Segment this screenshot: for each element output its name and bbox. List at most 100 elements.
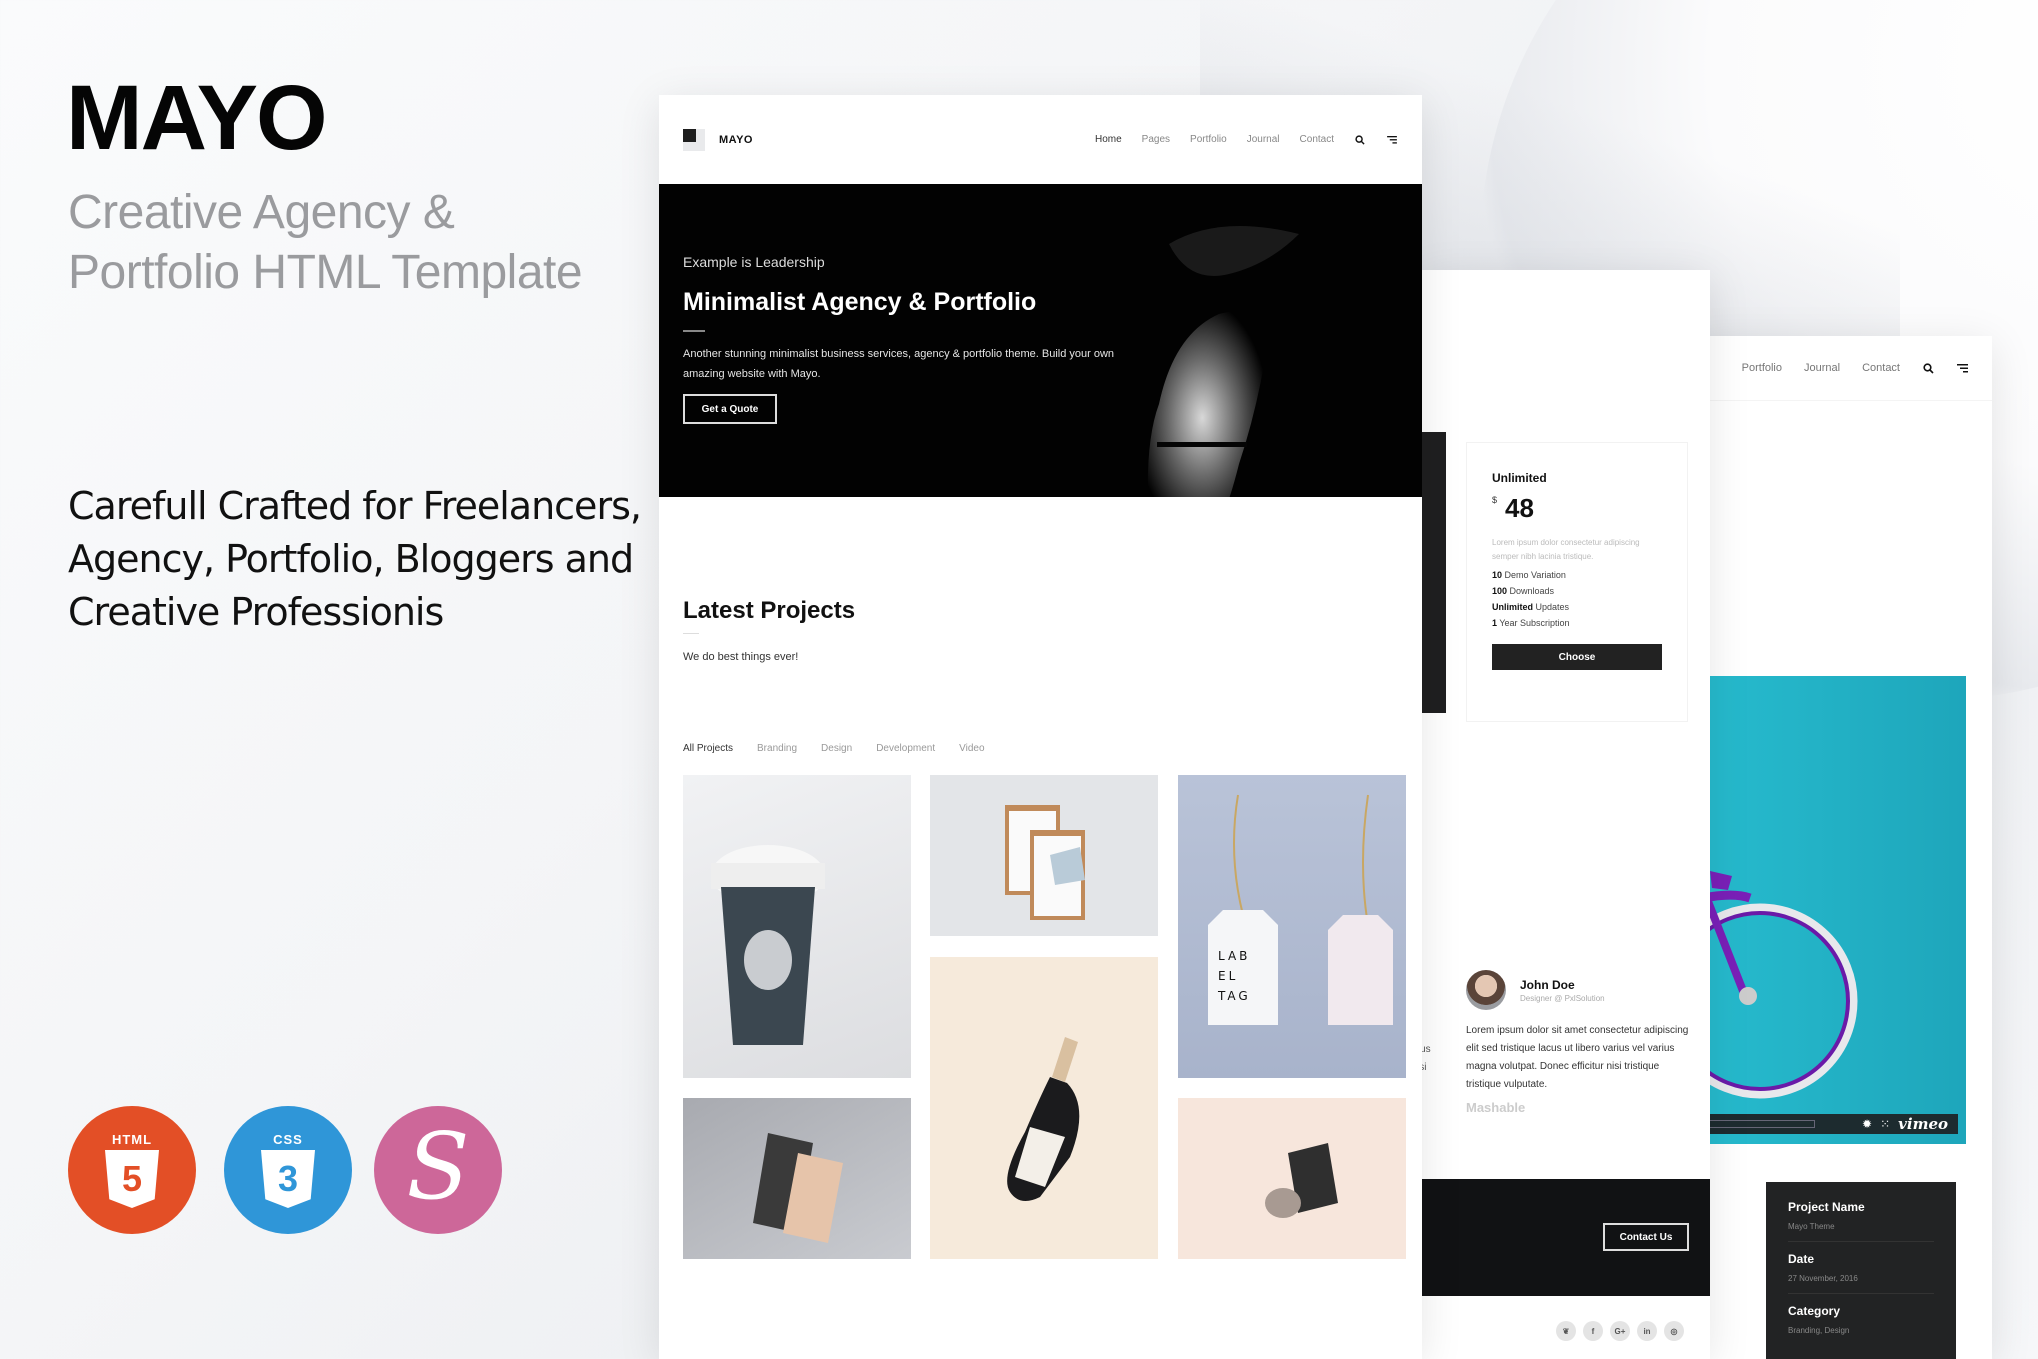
detail-label-date: Date xyxy=(1788,1252,1815,1266)
contact-cta-band: Contact Us xyxy=(1421,1179,1710,1296)
css3-icon: CSS 3 xyxy=(224,1106,352,1234)
twitter-icon[interactable]: ❦ xyxy=(1556,1321,1576,1341)
avatar xyxy=(1466,970,1506,1010)
pricing-plan: Unlimited $ 48 Lorem ipsum dolor consect… xyxy=(1466,442,1688,722)
hero-title: Minimalist Agency & Portfolio xyxy=(683,288,1037,316)
detail-value-date: 27 November, 2016 xyxy=(1788,1274,1934,1294)
css3-shield: 3 xyxy=(261,1150,315,1208)
html5-shield: 5 xyxy=(105,1150,159,1208)
project-tile-clipboard[interactable] xyxy=(930,775,1158,936)
nav-home[interactable]: Home xyxy=(1095,134,1122,145)
nav-portfolio[interactable]: Portfolio xyxy=(1190,134,1227,145)
brand-title: MAYO xyxy=(66,67,328,169)
settings-gear-icon[interactable]: ✹ xyxy=(1862,1117,1872,1131)
tagline-line-3: Creative Professionis xyxy=(68,590,444,634)
project-tile-label-tag[interactable]: LAB EL TAG xyxy=(1178,775,1406,1078)
tagline: Carefull Crafted for Freelancers, Agency… xyxy=(68,480,642,639)
search-icon[interactable] xyxy=(1922,362,1934,374)
portfolio-nav: Portfolio Journal Contact xyxy=(1690,336,1992,401)
html5-icon: HTML 5 xyxy=(68,1106,196,1234)
subtitle-line-2: Portfolio HTML Template xyxy=(68,246,583,299)
plan-description: Lorem ipsum dolor consectetur adipiscing… xyxy=(1492,538,1640,561)
testimonial-role: Designer @ PxlSolution xyxy=(1520,993,1605,1003)
project-details-box: Project Name Mayo Theme Date 27 November… xyxy=(1766,1182,1956,1359)
search-icon[interactable] xyxy=(1354,134,1366,146)
choose-plan-button[interactable]: Choose xyxy=(1492,644,1662,670)
detail-value-project-name: Mayo Theme xyxy=(1788,1222,1934,1242)
google-plus-icon[interactable]: G+ xyxy=(1610,1321,1630,1341)
detail-label-project-name: Project Name xyxy=(1788,1200,1865,1214)
nav-contact[interactable]: Contact xyxy=(1862,362,1900,374)
video-player[interactable]: ✹ ⁙ vimeo xyxy=(1690,676,1966,1144)
contact-us-button[interactable]: Contact Us xyxy=(1603,1223,1689,1251)
project-tile-wine-bottle[interactable] xyxy=(930,957,1158,1259)
project-filters: All Projects Branding Design Development… xyxy=(683,743,985,754)
detail-value-category: Branding, Design xyxy=(1788,1326,1850,1335)
filter-branding[interactable]: Branding xyxy=(757,743,797,754)
price-value: 48 xyxy=(1505,493,1534,523)
testimonial: John Doe Designer @ PxlSolution Lorem ip… xyxy=(1466,970,1696,1115)
plan-feature: Unlimited Updates xyxy=(1492,602,1570,612)
sass-icon: S xyxy=(374,1106,502,1234)
nav-pages[interactable]: Pages xyxy=(1142,134,1170,145)
pricing-preview-card: Unlimited $ 48 Lorem ipsum dolor consect… xyxy=(1409,270,1710,1359)
linkedin-icon[interactable]: in xyxy=(1637,1321,1657,1341)
sass-glyph: S xyxy=(406,1113,470,1220)
filter-video[interactable]: Video xyxy=(959,743,984,754)
plan-feature: 100 Downloads xyxy=(1492,586,1555,596)
logo-icon[interactable] xyxy=(683,128,705,151)
nav-portfolio[interactable]: Portfolio xyxy=(1742,362,1782,374)
plan-feature: 1 Year Subscription xyxy=(1492,618,1570,628)
brand-subtitle: Creative Agency & Portfolio HTML Templat… xyxy=(68,183,583,303)
testimonial-name: John Doe xyxy=(1520,977,1575,992)
hero-portrait-image xyxy=(1147,226,1299,497)
dribbble-icon[interactable]: ◎ xyxy=(1664,1321,1684,1341)
vimeo-logo[interactable]: vimeo xyxy=(1898,1115,1948,1133)
css3-label: CSS xyxy=(273,1132,303,1147)
section-title: Latest Projects xyxy=(683,597,856,624)
video-controls: ✹ ⁙ vimeo xyxy=(1690,1114,1958,1134)
nav-contact[interactable]: Contact xyxy=(1300,134,1334,145)
filter-all-projects[interactable]: All Projects xyxy=(683,743,733,754)
menu-icon[interactable] xyxy=(1956,362,1968,374)
logo-text[interactable]: MAYO xyxy=(719,134,753,146)
bicycle-image xyxy=(1690,871,1858,1099)
currency-symbol: $ xyxy=(1492,495,1498,505)
project-tile-coffee-cup[interactable] xyxy=(683,775,911,1078)
plan-price: $ 48 xyxy=(1492,493,1662,524)
subtitle-line-1: Creative Agency & xyxy=(68,186,455,239)
hero-description: Another stunning minimalist business ser… xyxy=(683,348,1115,380)
html5-label: HTML xyxy=(111,1132,153,1147)
hero-divider xyxy=(683,330,705,332)
social-links: ❦ f G+ in ◎ xyxy=(1556,1321,1684,1341)
pricing-card-dark-edge xyxy=(1421,432,1446,713)
section-divider xyxy=(683,633,699,634)
hero-banner: Example is Leadership Minimalist Agency … xyxy=(659,184,1422,497)
svg-text:TAG: TAG xyxy=(1217,989,1251,1003)
project-tile-brochure[interactable] xyxy=(683,1098,911,1259)
plan-feature: 10 Demo Variation xyxy=(1492,570,1566,580)
filter-development[interactable]: Development xyxy=(876,743,935,754)
site-header: MAYO Home Pages Portfolio Journal Contac… xyxy=(659,95,1422,184)
plan-name: Unlimited xyxy=(1492,471,1547,485)
svg-text:LAB: LAB xyxy=(1218,949,1250,963)
detail-label-category: Category xyxy=(1788,1304,1841,1318)
homepage-preview-card: MAYO Home Pages Portfolio Journal Contac… xyxy=(659,95,1422,1359)
tagline-line-1: Carefull Crafted for Freelancers, xyxy=(68,484,642,528)
svg-text:EL: EL xyxy=(1218,969,1238,983)
project-tile-card-stone[interactable] xyxy=(1178,1098,1406,1259)
fullscreen-icon[interactable]: ⁙ xyxy=(1880,1117,1890,1131)
testimonial-quote: Lorem ipsum dolor sit amet consectetur a… xyxy=(1466,1025,1689,1090)
get-a-quote-button[interactable]: Get a Quote xyxy=(683,394,777,424)
portfolio-preview-card: Portfolio Journal Contact ✹ ⁙ vimeo el f… xyxy=(1660,336,1992,1359)
hero-eyebrow: Example is Leadership xyxy=(683,254,825,270)
nav-journal[interactable]: Journal xyxy=(1804,362,1840,374)
section-subtitle: We do best things ever! xyxy=(683,651,799,663)
filter-design[interactable]: Design xyxy=(821,743,852,754)
nav-journal[interactable]: Journal xyxy=(1247,134,1280,145)
testimonial-brand-logo: Mashable xyxy=(1466,1100,1526,1115)
facebook-icon[interactable]: f xyxy=(1583,1321,1603,1341)
menu-icon[interactable] xyxy=(1386,134,1398,146)
main-nav: Home Pages Portfolio Journal Contact xyxy=(1095,134,1398,146)
tagline-line-2: Agency, Portfolio, Bloggers and xyxy=(68,537,634,581)
